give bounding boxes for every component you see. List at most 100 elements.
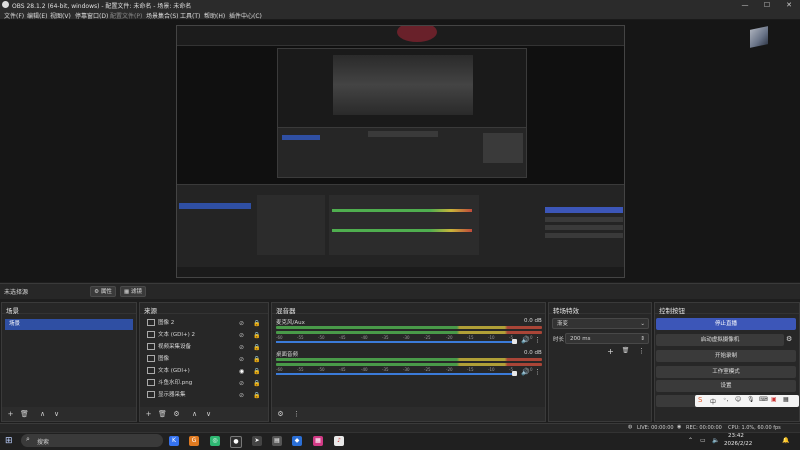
- tray-volume-icon[interactable]: 🔈: [712, 437, 719, 444]
- close-button[interactable]: ✕: [779, 0, 799, 10]
- wechat-icon[interactable]: ◎: [210, 436, 220, 446]
- ime-skin-icon[interactable]: ▣: [771, 396, 777, 403]
- scene-move-up-button[interactable]: ∧: [37, 409, 48, 419]
- lock-icon[interactable]: 🔒: [253, 354, 260, 365]
- source-item[interactable]: 斗鱼水印.png ⊘ 🔒: [143, 378, 265, 389]
- remove-scene-button[interactable]: 🗑: [19, 409, 30, 419]
- lock-icon[interactable]: 🔒: [253, 318, 260, 329]
- scene-item[interactable]: 场景: [5, 319, 133, 330]
- tray-chevron-icon[interactable]: ⌃: [688, 437, 693, 444]
- windows-start-icon[interactable]: ⊞: [5, 436, 13, 446]
- lock-icon[interactable]: 🔒: [253, 390, 260, 401]
- desktop-volume-slider[interactable]: [276, 373, 516, 375]
- source-item[interactable]: 文本 (GDI+) 2 ⊘ 🔒: [143, 330, 265, 341]
- eye-icon[interactable]: ◉: [239, 366, 244, 377]
- studio-mode-button[interactable]: 工作室模式: [656, 366, 796, 378]
- red-app-icon[interactable]: ♪: [334, 436, 344, 446]
- speaker-icon[interactable]: 🔊: [521, 336, 530, 344]
- search-icon: ⌕: [26, 435, 30, 443]
- lock-icon[interactable]: 🔒: [253, 366, 260, 377]
- menu-scene-collection[interactable]: 场景集合(S): [146, 11, 179, 20]
- maximize-button[interactable]: ☐: [757, 0, 777, 10]
- ime-keyboard-icon[interactable]: ⌨: [759, 396, 768, 403]
- eye-hidden-icon[interactable]: ⊘: [239, 318, 244, 329]
- menu-help[interactable]: 帮助(H): [204, 11, 225, 20]
- mic-volume-slider[interactable]: [276, 341, 516, 343]
- lock-icon[interactable]: 🔒: [253, 378, 260, 389]
- tray-network-icon[interactable]: ▭: [700, 437, 706, 444]
- obs-app-icon[interactable]: ●: [230, 436, 242, 448]
- source-move-up-button[interactable]: ∧: [189, 409, 200, 419]
- minimize-button[interactable]: —: [735, 0, 755, 10]
- cursor-app-icon[interactable]: ➤: [252, 436, 262, 446]
- taskbar-date[interactable]: 2026/2/22: [724, 441, 752, 447]
- desktop-channel-db: 0.0 dB: [524, 350, 542, 356]
- eye-hidden-icon[interactable]: ⊘: [239, 354, 244, 365]
- image-icon: [147, 319, 155, 326]
- more-options-icon[interactable]: ⋮: [534, 336, 541, 344]
- tick-label: 0: [530, 335, 533, 340]
- colorful-app-icon[interactable]: ◆: [292, 436, 302, 446]
- menu-edit[interactable]: 编辑(E): [27, 11, 47, 20]
- sogou-logo-icon[interactable]: S: [698, 396, 702, 404]
- menu-file[interactable]: 文件(F): [4, 11, 24, 20]
- lock-icon[interactable]: 🔒: [253, 330, 260, 341]
- eye-hidden-icon[interactable]: ⊘: [239, 390, 244, 401]
- transitions-title: 转场特效: [549, 303, 651, 315]
- mic-volume-handle[interactable]: [512, 339, 517, 344]
- lock-icon[interactable]: 🔒: [253, 342, 260, 353]
- add-transition-button[interactable]: +: [605, 347, 616, 357]
- pink-app-icon[interactable]: ▦: [313, 436, 323, 446]
- notification-bell-icon[interactable]: 🔔: [782, 437, 789, 444]
- preview-canvas[interactable]: [176, 25, 625, 278]
- stop-streaming-button[interactable]: 停止直播: [656, 318, 796, 330]
- remove-transition-button[interactable]: 🗑: [620, 347, 631, 357]
- source-item[interactable]: 视频采集设备 ⊘ 🔒: [143, 342, 265, 353]
- tick-label: -60: [276, 367, 283, 372]
- source-item[interactable]: 显示器采集 ⊘ 🔒: [143, 390, 265, 401]
- source-item[interactable]: 图像 2 ⊘ 🔒: [143, 318, 265, 329]
- taskbar-time[interactable]: 23:42: [728, 433, 744, 439]
- properties-button[interactable]: ⚙ 属性: [90, 286, 116, 297]
- settings-button[interactable]: 设置: [656, 380, 796, 392]
- filters-button[interactable]: ▦ 滤镜: [120, 286, 146, 297]
- eye-hidden-icon[interactable]: ⊘: [239, 378, 244, 389]
- virtual-camera-settings-icon[interactable]: ⚙: [786, 335, 792, 343]
- taskbar-search[interactable]: ⌕ 搜索: [21, 434, 163, 447]
- menu-profile[interactable]: 配置文件(P): [110, 11, 142, 20]
- menu-docks[interactable]: 停靠窗口(D): [75, 11, 108, 20]
- ime-emoji-icon[interactable]: ☺: [735, 396, 741, 403]
- desktop-volume-handle[interactable]: [512, 371, 517, 376]
- menu-plugin-center[interactable]: 插件中心(C): [229, 11, 262, 20]
- more-options-icon[interactable]: ⋮: [534, 368, 541, 376]
- add-scene-button[interactable]: +: [5, 409, 16, 419]
- add-source-button[interactable]: +: [143, 409, 154, 419]
- remove-source-button[interactable]: 🗑: [157, 409, 168, 419]
- transition-select[interactable]: 渐变 ⌄: [552, 318, 649, 329]
- source-move-down-button[interactable]: ∨: [203, 409, 214, 419]
- ime-voice-icon[interactable]: 🎙: [747, 396, 755, 403]
- menu-tools[interactable]: 工具(T): [180, 11, 200, 20]
- start-virtual-camera-button[interactable]: 启动虚拟摄像机: [656, 334, 784, 346]
- ime-chinese-icon[interactable]: 中: [710, 397, 716, 406]
- mixer-menu-button[interactable]: ⋮: [291, 409, 302, 419]
- scene-move-down-button[interactable]: ∨: [51, 409, 62, 419]
- controls-title: 控制按钮: [655, 303, 799, 315]
- menu-view[interactable]: 视图(V): [50, 11, 71, 20]
- duration-input[interactable]: 200 ms ⇕: [565, 333, 649, 344]
- start-recording-button[interactable]: 开始录制: [656, 350, 796, 362]
- speaker-icon[interactable]: 🔊: [521, 368, 530, 376]
- source-item[interactable]: 文本 (GDI+) ◉ 🔒: [143, 366, 265, 377]
- ime-menu-icon[interactable]: ▦: [783, 396, 789, 403]
- source-item[interactable]: 图像 ⊘ 🔒: [143, 354, 265, 365]
- mixer-settings-button[interactable]: ⚙: [275, 409, 286, 419]
- app-k-icon[interactable]: K: [169, 436, 179, 446]
- eye-hidden-icon[interactable]: ⊘: [239, 342, 244, 353]
- window-app-icon[interactable]: ▤: [272, 436, 282, 446]
- nested-preview-window: [277, 48, 527, 178]
- eye-hidden-icon[interactable]: ⊘: [239, 330, 244, 341]
- ime-punct-icon[interactable]: ◦,: [723, 396, 728, 403]
- transition-menu-button[interactable]: ⋮: [636, 347, 647, 357]
- source-properties-button[interactable]: ⚙: [171, 409, 182, 419]
- app-g-icon[interactable]: G: [189, 436, 199, 446]
